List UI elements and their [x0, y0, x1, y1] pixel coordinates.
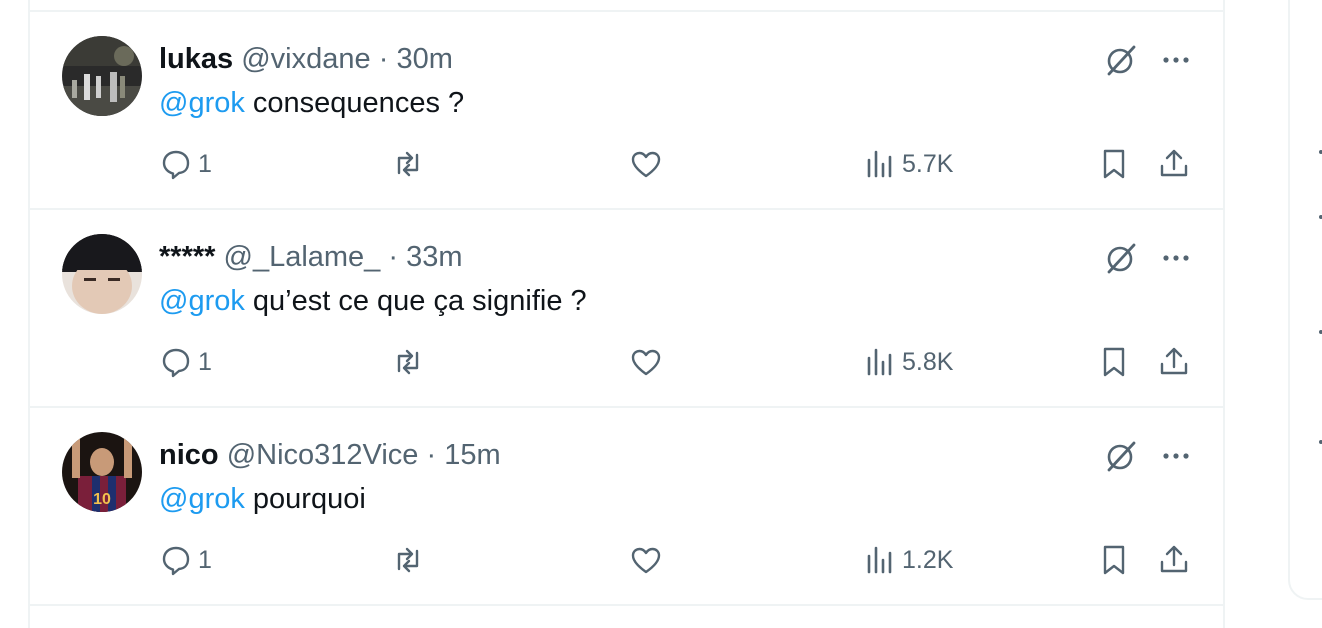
heart-icon: [631, 151, 661, 178]
bookmark-icon: [1103, 347, 1125, 377]
retweet-button[interactable]: [390, 342, 426, 382]
retweet-button[interactable]: [390, 144, 426, 184]
bookmark-icon: [1103, 545, 1125, 575]
display-name[interactable]: nico: [159, 439, 219, 471]
reply-count: 1: [198, 149, 212, 178]
views-button[interactable]: 5.7K: [862, 144, 953, 184]
tweet-body: consequences ?: [244, 87, 465, 119]
reply-count: 1: [198, 347, 212, 376]
tweet-body: pourquoi: [244, 483, 366, 515]
view-count: 5.7K: [902, 149, 954, 178]
separator: ·: [378, 43, 389, 75]
reply-button[interactable]: 1: [158, 540, 212, 580]
tweet-reply[interactable]: lukas @vixdane · 30m @grok consequences …: [30, 12, 1223, 210]
svg-text:10: 10: [93, 491, 111, 508]
reply-icon: [162, 150, 190, 180]
tweet-header: lukas @vixdane · 30m: [159, 40, 453, 78]
timestamp[interactable]: 15m: [444, 439, 500, 471]
reply-icon: [162, 546, 190, 576]
retweet-icon: [397, 151, 419, 177]
heart-icon: [631, 547, 661, 574]
mention-link[interactable]: @grok: [159, 285, 245, 317]
mention-link[interactable]: @grok: [159, 483, 245, 515]
tweet-reply[interactable]: 10 nico @Nico312Vice · 15m @grok pourquo…: [30, 408, 1223, 606]
like-button[interactable]: [628, 342, 664, 382]
user-handle[interactable]: @vixdane: [241, 43, 370, 75]
views-icon: [867, 348, 892, 376]
tweet-body: qu’est ce que ça signifie ?: [244, 285, 587, 317]
grok-icon[interactable]: [1103, 438, 1139, 474]
views-icon: [867, 150, 892, 178]
share-button[interactable]: [1156, 144, 1192, 184]
tweet-actions: 1 5.7K: [30, 144, 1223, 184]
mention-link[interactable]: @grok: [159, 87, 245, 119]
view-count: 5.8K: [902, 347, 954, 376]
views-button[interactable]: 5.8K: [862, 342, 953, 382]
tweet-actions: 1 1.2K: [30, 540, 1223, 580]
share-icon: [1160, 347, 1188, 375]
tweet-header: nico @Nico312Vice · 15m: [159, 436, 501, 474]
view-count: 1.2K: [902, 545, 954, 574]
bookmark-button[interactable]: [1096, 144, 1132, 184]
display-name[interactable]: *****: [159, 241, 215, 273]
more-icon[interactable]: [1158, 240, 1194, 276]
reply-count: 1: [198, 545, 212, 574]
reply-icon: [162, 348, 190, 378]
tweet-text: @grok pourquoi: [159, 480, 366, 518]
replies-feed: lukas @vixdane · 30m @grok consequences …: [28, 0, 1225, 628]
share-button[interactable]: [1156, 342, 1192, 382]
grok-icon[interactable]: [1103, 42, 1139, 78]
bookmark-icon: [1103, 149, 1125, 179]
retweet-icon: [397, 349, 419, 375]
display-name[interactable]: lukas: [159, 43, 233, 75]
avatar[interactable]: [62, 36, 142, 116]
reply-button[interactable]: 1: [158, 342, 212, 382]
retweet-button[interactable]: [390, 540, 426, 580]
grok-icon[interactable]: [1103, 240, 1139, 276]
timestamp[interactable]: 30m: [396, 43, 452, 75]
reply-button[interactable]: 1: [158, 144, 212, 184]
user-handle[interactable]: @Nico312Vice: [227, 439, 419, 471]
tweet-header: ***** @_Lalame_ · 33m: [159, 238, 463, 276]
sidebar-panel: [1288, 0, 1322, 600]
heart-icon: [631, 349, 661, 376]
avatar[interactable]: [62, 234, 142, 314]
more-icon[interactable]: [1158, 42, 1194, 78]
share-icon: [1160, 149, 1188, 177]
share-button[interactable]: [1156, 540, 1192, 580]
bookmark-button[interactable]: [1096, 540, 1132, 580]
tweet-text: @grok qu’est ce que ça signifie ?: [159, 282, 587, 320]
bookmark-button[interactable]: [1096, 342, 1132, 382]
more-icon[interactable]: [1158, 438, 1194, 474]
tweet-text: @grok consequences ?: [159, 84, 464, 122]
timestamp[interactable]: 33m: [406, 241, 462, 273]
views-icon: [867, 546, 892, 574]
separator: ·: [388, 241, 399, 273]
tweet-actions: 1 5.8K: [30, 342, 1223, 382]
like-button[interactable]: [628, 144, 664, 184]
like-button[interactable]: [628, 540, 664, 580]
share-icon: [1160, 545, 1188, 573]
retweet-icon: [397, 547, 419, 573]
user-handle[interactable]: @_Lalame_: [224, 241, 381, 273]
separator: ·: [426, 439, 437, 471]
tweet-reply[interactable]: ***** @_Lalame_ · 33m @grok qu’est ce qu…: [30, 210, 1223, 408]
avatar[interactable]: 10: [62, 432, 142, 512]
views-button[interactable]: 1.2K: [862, 540, 953, 580]
